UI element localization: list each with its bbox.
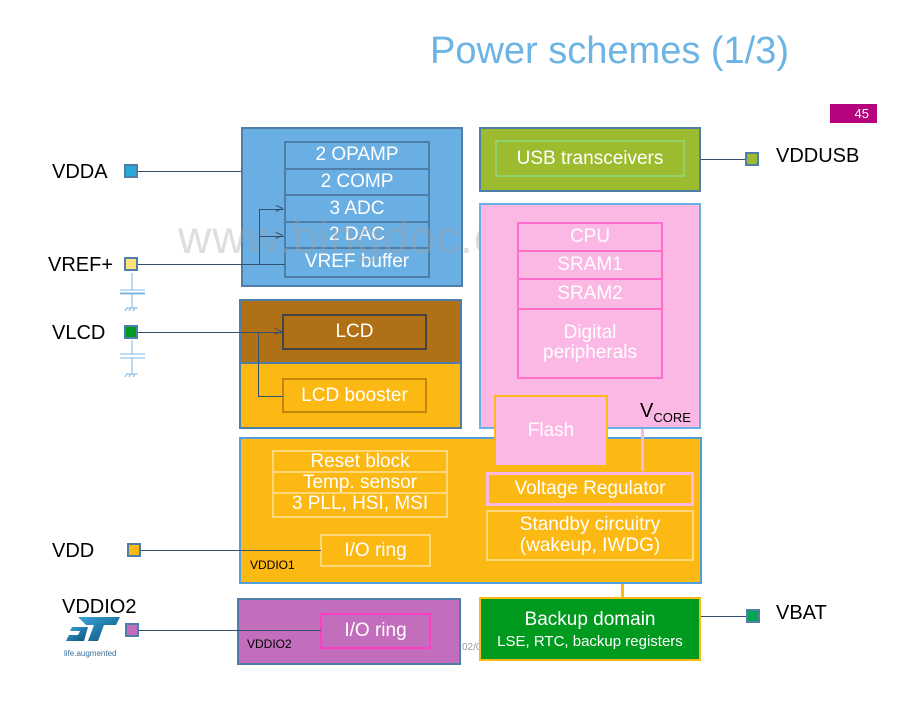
- wire-vref-branch: [259, 209, 260, 265]
- wire-vddio2: [139, 630, 321, 631]
- pin-vbat: [746, 609, 760, 623]
- st-logo: life.augmented: [64, 615, 124, 658]
- wire-vdd: [141, 550, 321, 551]
- vcore-connector: [641, 429, 644, 471]
- core-item-digital-peripherals: Digital peripherals: [543, 321, 637, 363]
- usb-transceivers-box: USB transceivers: [495, 140, 685, 177]
- analog-item-comp: 2 COMP: [286, 170, 428, 197]
- vcore-label: VCORE: [640, 400, 691, 425]
- wire-vlcd-branch: [258, 332, 259, 396]
- pin-label-vddusb: VDDUSB: [776, 145, 860, 167]
- core-item-cpu: CPU: [519, 224, 661, 252]
- system-item-temp-sensor: Temp. sensor: [274, 472, 446, 494]
- backup-domain-block: Backup domain LSE, RTC, backup registers: [479, 597, 701, 661]
- standby-circuitry-box: Standby circuitry (wakeup, IWDG): [486, 510, 694, 561]
- vlcd-capacitor-top-icon: [118, 292, 148, 317]
- arrow-to-dac-icon: >: [275, 227, 284, 243]
- vcore-label-main: V: [640, 400, 654, 422]
- vddio2-domain-label: VDDIO2: [247, 637, 292, 651]
- system-items-stack: Reset block Temp. sensor 3 PLL, HSI, MSI: [272, 450, 448, 518]
- pin-vddio2: [125, 623, 139, 637]
- system-item-clocks: 3 PLL, HSI, MSI: [291, 493, 429, 515]
- backup-domain-subtitle: LSE, RTC, backup registers: [497, 632, 683, 650]
- pin-label-vbat: VBAT: [776, 602, 827, 624]
- pin-label-vdd: VDD: [52, 540, 95, 562]
- analog-item-opamp: 2 OPAMP: [286, 143, 428, 170]
- pin-vlcd: [124, 325, 138, 339]
- system-item-reset-block: Reset block: [274, 451, 446, 473]
- st-logo-tagline: life.augmented: [64, 649, 117, 658]
- page-number-badge: 45: [830, 104, 877, 123]
- vlcd-capacitor-bottom-icon: [118, 340, 148, 380]
- flash-box: Flash: [494, 395, 608, 465]
- pin-label-vdda: VDDA: [52, 161, 108, 183]
- vddio1-io-ring: I/O ring: [320, 534, 431, 567]
- pin-vref: [124, 257, 138, 271]
- vddio1-label: VDDIO1: [250, 558, 295, 572]
- vddio2-io-ring: I/O ring: [320, 613, 431, 649]
- core-item-sram2: SRAM2: [519, 280, 661, 310]
- standby-line-2: (wakeup, IWDG): [519, 534, 661, 556]
- wire-vlcd: [138, 332, 283, 333]
- backup-connector: [621, 584, 624, 598]
- core-items-stack: CPU SRAM1 SRAM2 Digital peripherals: [517, 222, 663, 379]
- pin-vdd: [127, 543, 141, 557]
- arrow-to-adc-icon: >: [275, 200, 284, 216]
- wire-vdda: [138, 171, 241, 172]
- wire-vddusb: [701, 159, 745, 160]
- wire-vlcd-to-booster: [258, 396, 283, 397]
- lcd-box: LCD: [282, 314, 427, 350]
- st-logo-icon: [66, 617, 120, 641]
- standby-line-1: Standby circuitry: [519, 513, 661, 535]
- pin-label-vref: VREF+: [48, 254, 114, 276]
- core-item-sram1: SRAM1: [519, 252, 661, 280]
- pin-vddusb: [745, 152, 759, 166]
- voltage-regulator-box: Voltage Regulator: [486, 472, 694, 506]
- wire-vbat: [701, 616, 746, 617]
- arrow-to-lcd-icon: >: [274, 323, 283, 339]
- slide-title: Power schemes (1/3): [430, 30, 790, 72]
- wire-vref: [138, 264, 285, 265]
- vcore-label-sub: CORE: [653, 410, 691, 425]
- pin-label-vlcd: VLCD: [52, 322, 106, 344]
- backup-domain-title: Backup domain: [524, 608, 656, 630]
- lcd-booster-box: LCD booster: [282, 378, 427, 413]
- pin-vdda: [124, 164, 138, 178]
